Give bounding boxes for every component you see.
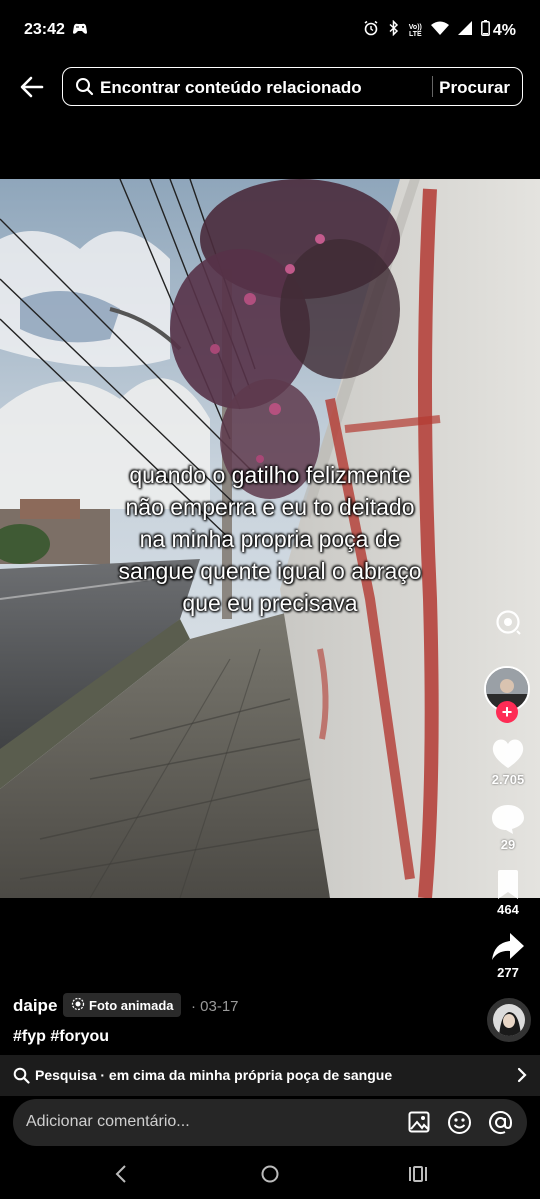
comment-icon[interactable] [491,803,525,840]
status-bar: 23:42 Vo)) LTE 4% [0,0,540,60]
nav-home-icon[interactable] [260,1164,280,1189]
divider [432,76,433,97]
save-count: 464 [497,902,519,917]
music-disc[interactable] [487,998,531,1042]
image-icon[interactable] [408,1111,430,1138]
heart-icon[interactable] [491,738,525,775]
back-button[interactable] [18,72,48,102]
wifi-icon [430,21,449,40]
chevron-right-icon [517,1067,527,1088]
battery-icon [480,20,490,41]
alarm-icon [363,20,379,41]
post-date: · 03-17 [191,998,239,1015]
mention-icon[interactable] [488,1110,513,1140]
battery-percent: 4% [492,21,516,39]
volte-indicator: Vo)) LTE [408,23,422,38]
related-search-bar[interactable]: Pesquisa · em cima da minha própria poça… [0,1055,540,1096]
like-count: 2.705 [491,772,525,787]
game-controller-icon [72,22,88,41]
photo-caption: quando o gatilho felizmente não emperra … [118,462,422,616]
comment-count: 29 [500,837,516,852]
search-icon [75,77,94,101]
hashtags[interactable]: #fyp #foryou [13,1028,109,1046]
bluetooth-icon [388,19,400,41]
search-icon [13,1067,30,1089]
search-field[interactable]: Encontrar conteúdo relacionado Procurar [62,67,523,106]
bookmark-icon[interactable] [496,870,520,905]
animated-photo-badge[interactable]: Foto animada [63,993,181,1017]
author-name[interactable]: daipe [13,996,57,1016]
emoji-icon[interactable] [447,1110,472,1140]
signal-icon [457,21,472,40]
share-icon[interactable] [491,931,525,968]
share-count: 277 [497,965,519,980]
related-search-text: Pesquisa · em cima da minha própria poça… [35,1067,393,1083]
nav-recents-icon[interactable] [408,1164,428,1189]
badge-label: Foto animada [89,997,174,1013]
clock: 23:42 [24,21,65,38]
follow-button[interactable]: + [496,701,518,723]
animated-photo-icon [71,997,85,1014]
arrow-left-icon [20,76,44,98]
search-button[interactable]: Procurar [439,78,510,98]
related-content-icon[interactable] [495,609,521,640]
system-navigation-bar [0,1150,540,1199]
search-input[interactable]: Encontrar conteúdo relacionado [100,78,362,98]
nav-back-icon[interactable] [114,1164,128,1189]
comment-placeholder: Adicionar comentário... [26,1113,190,1130]
comment-input[interactable]: Adicionar comentário... [13,1099,527,1146]
